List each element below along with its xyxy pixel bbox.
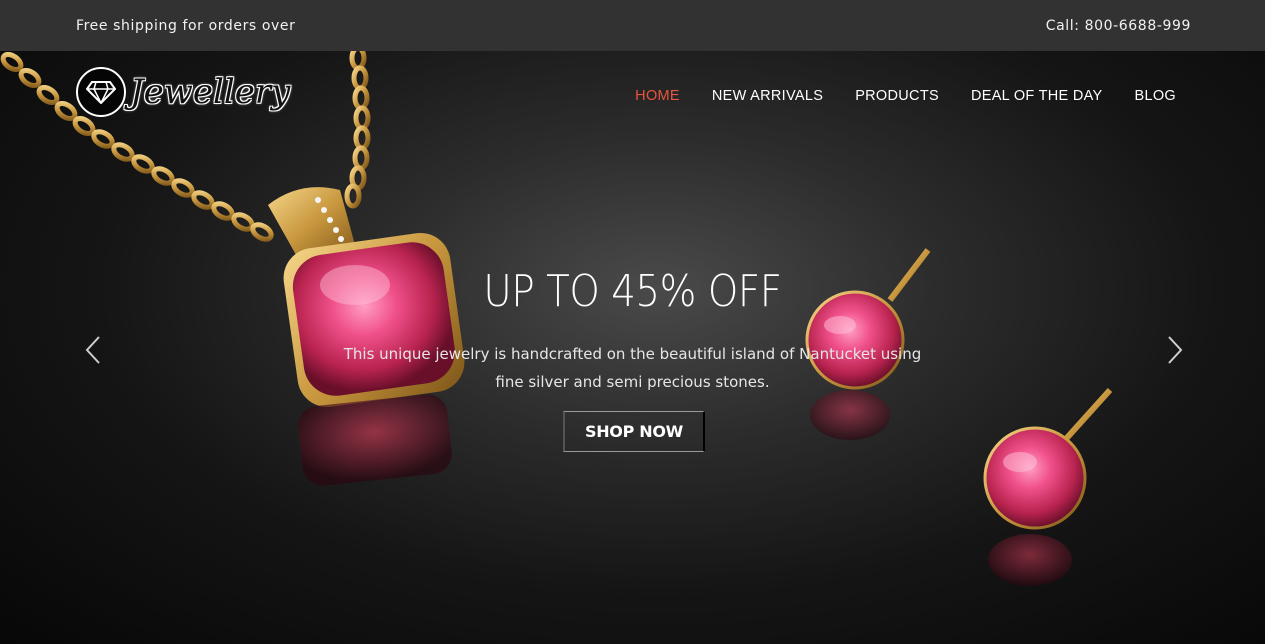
brand-logo[interactable]: Jewellery xyxy=(76,67,290,117)
nav-item-products[interactable]: PRODUCTS xyxy=(855,88,939,104)
pendant-reflection xyxy=(298,394,452,486)
chevron-left-icon xyxy=(85,336,100,364)
slider-prev-button[interactable] xyxy=(80,330,110,370)
slider-next-button[interactable] xyxy=(1160,330,1190,370)
main-nav: HOME NEW ARRIVALS PRODUCTS DEAL OF THE D… xyxy=(635,88,1176,104)
nav-item-home[interactable]: HOME xyxy=(635,88,680,104)
phone-number[interactable]: Call: 800-6688-999 xyxy=(1046,18,1191,34)
nav-item-deal-of-the-day[interactable]: DEAL OF THE DAY xyxy=(971,88,1103,104)
brand-name: Jewellery xyxy=(130,72,291,112)
hero-title: UP TO 45% OFF xyxy=(483,266,782,317)
earring-reflection xyxy=(988,534,1072,586)
nav-item-blog[interactable]: BLOG xyxy=(1135,88,1177,104)
chevron-right-icon xyxy=(1168,336,1183,364)
top-bar: Free shipping for orders over Call: 800-… xyxy=(0,0,1265,51)
earring-reflection xyxy=(810,390,890,440)
shipping-notice: Free shipping for orders over xyxy=(76,17,296,34)
chain-links-right xyxy=(344,45,371,209)
shop-now-button[interactable]: SHOP NOW xyxy=(563,411,705,452)
nav-item-new-arrivals[interactable]: NEW ARRIVALS xyxy=(712,88,823,104)
earring-post xyxy=(1062,387,1113,443)
hero-description: This unique jewelry is handcrafted on th… xyxy=(343,345,922,391)
diamond-icon xyxy=(76,67,126,117)
